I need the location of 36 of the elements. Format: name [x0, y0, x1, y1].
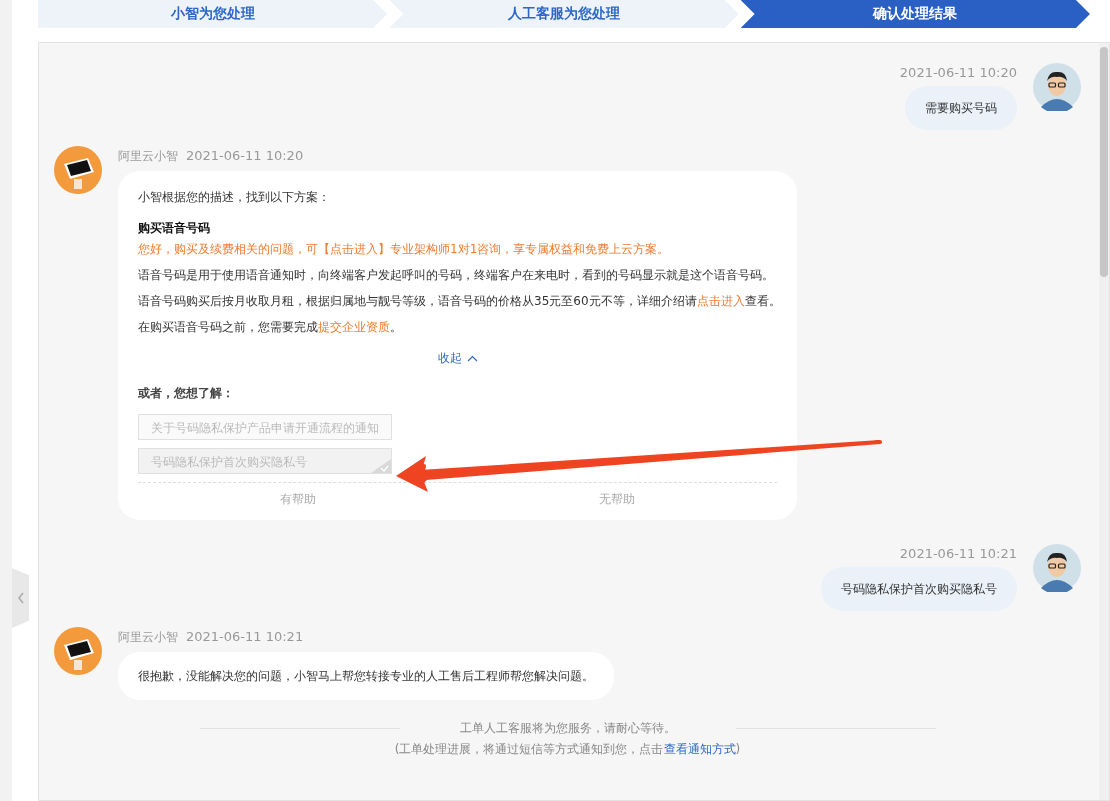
link[interactable]: 点击进入 [696, 294, 745, 308]
feedback-button[interactable]: 有帮助 [138, 491, 458, 508]
notice-text: 您好，购买及续费相关的问题，可【点击进入】专业架构师1对1咨询，享专属权益和免费上云方案。 [138, 241, 671, 258]
progress-step: 确认处理结果 [740, 0, 1090, 28]
sender-name: 阿里云小智 [118, 148, 178, 165]
collapse-button[interactable]: 收起 [437, 350, 478, 367]
message-time: 2021-06-11 10:21 [186, 629, 304, 646]
link[interactable]: 查看通知方式 [663, 742, 736, 756]
answer-title: 购买语音号码 [138, 220, 211, 237]
progress-step: 小智为您处理 [38, 0, 388, 28]
robot-avatar-icon [54, 146, 102, 194]
feedback-button[interactable]: 无帮助 [457, 491, 777, 508]
bot-message: 很抱歉，没能解决您的问题，小智马上帮您转接专业的人工售后工程师帮您解决问题。 [118, 652, 614, 700]
system-note: (工单处理进展，将通过短信等方式通知到您，点击查看通知方式) [394, 741, 741, 758]
progress-step: 人工客服为您处理 [389, 0, 739, 28]
user-avatar-icon [1033, 63, 1081, 111]
chevron-left-icon [16, 592, 25, 604]
message-time: 2021-06-11 10:21 [899, 546, 1017, 561]
link[interactable]: 提交企业资质 [318, 320, 390, 334]
message-time: 2021-06-11 10:20 [186, 148, 304, 165]
check-corner-icon [371, 459, 391, 473]
robot-avatar-icon [54, 627, 102, 675]
collapse-tab[interactable] [12, 568, 29, 628]
answer-intro: 小智根据您的描述，找到以下方案： [138, 189, 331, 206]
user-avatar-icon [1033, 544, 1081, 592]
answer-paragraph: 在购买语音号码之前，您需要完成提交企业资质。 [138, 319, 403, 336]
sender-name: 阿里云小智 [118, 629, 178, 646]
answer-paragraph: 语音号码购买后按月收取月租，根据归属地与靓号等级，语音号码的价格从35元至60元不等，详细介绍请点击进入查看。 [138, 293, 777, 310]
user-message: 号码隐私保护首次购买隐私号 [821, 567, 1017, 611]
chevron-up-icon [466, 355, 478, 362]
scrollbar-thumb[interactable] [1100, 47, 1108, 277]
user-message: 需要购买号码 [905, 86, 1017, 130]
message-time: 2021-06-11 10:20 [899, 65, 1017, 80]
system-notice: 工单人工客服将为您服务，请耐心等待。 [459, 720, 676, 737]
suggestions-title: 或者，您想了解： [138, 385, 235, 402]
answer-paragraph: 语音号码是用于使用语音通知时，向终端客户发起呼叫的号码，终端客户在来电时，看到的号码显示就是这个语音号码。 [138, 267, 775, 284]
